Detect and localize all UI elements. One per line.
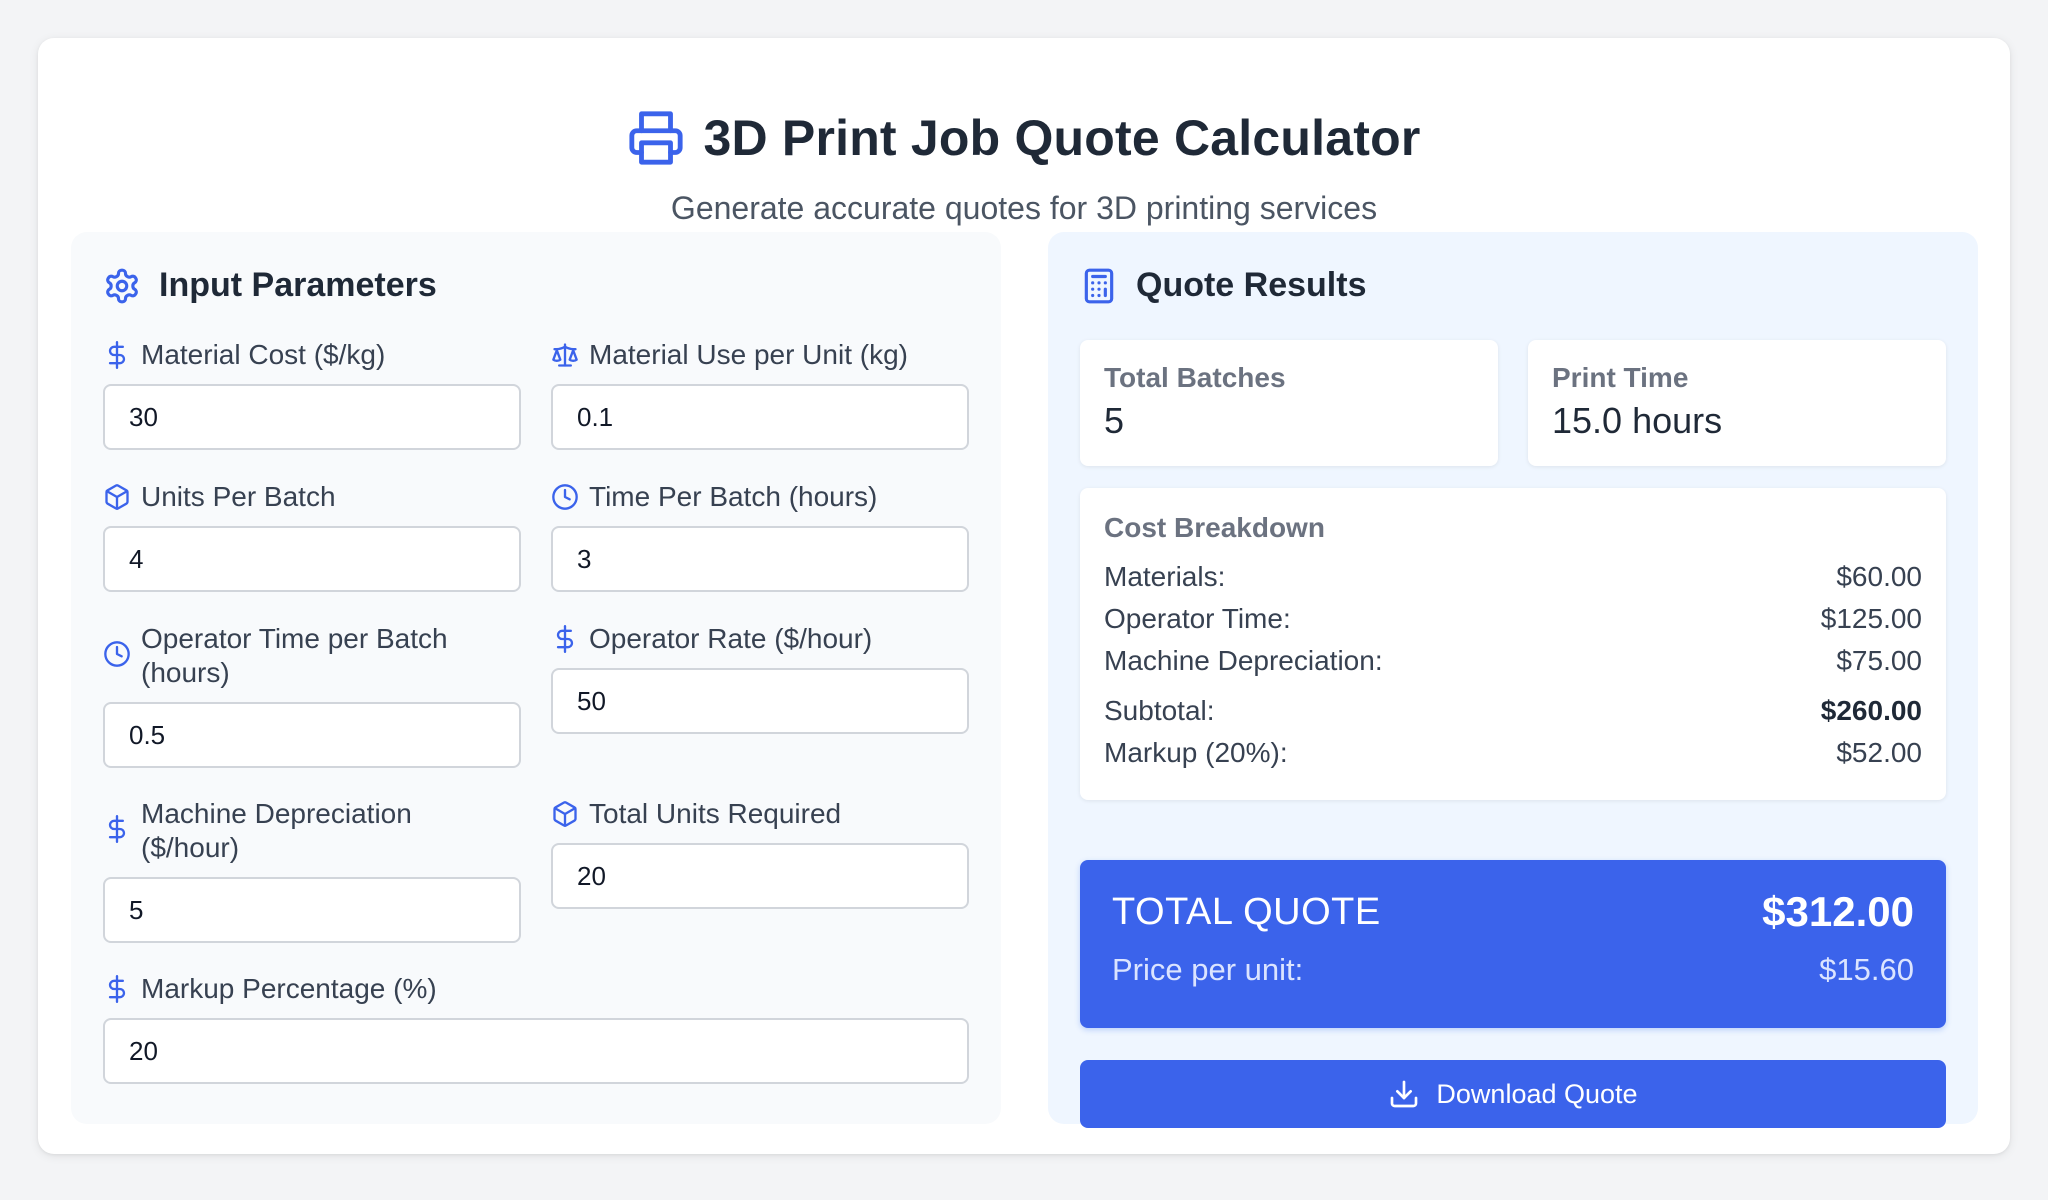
- scale-icon: [552, 343, 578, 367]
- calculator-icon: [1084, 268, 1114, 303]
- breakdown-row-machine-depreciation: Machine Depreciation: $75.00: [1104, 640, 1922, 682]
- material-use-input[interactable]: [551, 384, 969, 450]
- material-use-label: Material Use per Unit (kg): [589, 339, 908, 370]
- page-subtitle: Generate accurate quotes for 3D printing…: [670, 190, 1378, 226]
- clock-icon: [104, 641, 130, 667]
- total-batches-label: Total Batches: [1104, 362, 1286, 393]
- machine-depreciation-label: Machine Depreciation ($/hour): [141, 798, 412, 863]
- printer-icon: [629, 111, 684, 165]
- breakdown-row-markup: Markup (20%): $52.00: [1104, 732, 1922, 774]
- clock-icon: [552, 484, 578, 510]
- units-per-batch-field: Units Per Batch: [103, 480, 521, 592]
- cost-breakdown-title: Cost Breakdown: [1104, 512, 1325, 543]
- material-cost-field: Material Cost ($/kg): [103, 338, 521, 450]
- units-per-batch-input[interactable]: [103, 526, 521, 592]
- breakdown-label: Markup (20%):: [1104, 737, 1288, 768]
- dollar-icon: [108, 341, 126, 369]
- operator-rate-input[interactable]: [551, 668, 969, 734]
- breakdown-value: $75.00: [1836, 645, 1922, 676]
- operator-time-field: Operator Time per Batch (hours): [103, 622, 521, 768]
- machine-depreciation-field: Machine Depreciation ($/hour): [103, 797, 521, 943]
- print-time-value: 15.0 hours: [1552, 400, 1723, 441]
- download-icon: [1391, 1080, 1418, 1108]
- breakdown-label: Subtotal:: [1104, 695, 1215, 726]
- gear-icon: [106, 268, 138, 303]
- dollar-icon: [108, 975, 126, 1003]
- operator-time-label: Operator Time per Batch (hours): [141, 623, 448, 688]
- total-quote-label: TOTAL QUOTE: [1112, 890, 1381, 933]
- time-per-batch-input[interactable]: [551, 526, 969, 592]
- breakdown-label: Operator Time:: [1104, 603, 1291, 634]
- operator-rate-field: Operator Rate ($/hour): [551, 622, 969, 734]
- total-units-input[interactable]: [551, 843, 969, 909]
- total-quote-value: $312.00: [1762, 888, 1914, 935]
- header: 3D Print Job Quote Calculator Generate a…: [38, 100, 2010, 227]
- markup-percentage-field: Markup Percentage (%): [103, 972, 969, 1084]
- material-cost-label: Material Cost ($/kg): [141, 339, 386, 370]
- price-per-unit-label: Price per unit:: [1112, 952, 1304, 987]
- download-quote-button[interactable]: Download Quote: [1080, 1060, 1946, 1128]
- total-units-label: Total Units Required: [589, 798, 842, 829]
- total-units-field: Total Units Required: [551, 797, 969, 909]
- breakdown-row-subtotal: Subtotal: $260.00: [1104, 690, 1922, 732]
- breakdown-label: Materials:: [1104, 561, 1226, 592]
- input-parameters-heading: Input Parameters: [103, 266, 437, 305]
- price-per-unit-value: $15.60: [1819, 952, 1914, 987]
- breakdown-row-materials: Materials: $60.00: [1104, 556, 1922, 598]
- operator-rate-label: Operator Rate ($/hour): [589, 623, 873, 654]
- page-title: 3D Print Job Quote Calculator: [703, 110, 1421, 166]
- box-icon: [105, 484, 129, 510]
- time-per-batch-field: Time Per Batch (hours): [551, 480, 969, 592]
- print-time-label: Print Time: [1552, 362, 1689, 393]
- download-quote-label: Download Quote: [1436, 1078, 1638, 1109]
- time-per-batch-label: Time Per Batch (hours): [589, 481, 878, 512]
- quote-results-title: Quote Results: [1136, 266, 1367, 304]
- total-batches-card: Total Batches 5: [1080, 340, 1498, 466]
- breakdown-value: $52.00: [1836, 737, 1922, 768]
- dollar-icon: [556, 625, 574, 653]
- material-use-field: Material Use per Unit (kg): [551, 338, 969, 450]
- quote-results-panel: Quote Results Total Batches 5 Print Time…: [1048, 232, 1978, 1128]
- box-icon: [553, 801, 577, 827]
- material-cost-input[interactable]: [103, 384, 521, 450]
- breakdown-label: Machine Depreciation:: [1104, 645, 1383, 676]
- quote-results-heading: Quote Results: [1080, 266, 1366, 305]
- breakdown-row-operator-time: Operator Time: $125.00: [1104, 598, 1922, 640]
- cost-breakdown: Cost Breakdown Materials: $60.00 Operato…: [1080, 488, 1946, 800]
- dollar-icon: [108, 815, 126, 843]
- markup-percentage-label: Markup Percentage (%): [141, 973, 437, 1004]
- total-batches-value: 5: [1104, 400, 1125, 441]
- machine-depreciation-input[interactable]: [103, 877, 521, 943]
- units-per-batch-label: Units Per Batch: [141, 481, 336, 512]
- input-parameters-panel: Input Parameters Material Cost ($/kg) Ma…: [71, 232, 1001, 1124]
- breakdown-value: $260.00: [1820, 695, 1922, 726]
- input-parameters-title: Input Parameters: [159, 266, 437, 304]
- markup-percentage-input[interactable]: [103, 1018, 969, 1084]
- breakdown-value: $125.00: [1820, 603, 1922, 634]
- calculator-card: 3D Print Job Quote Calculator Generate a…: [38, 38, 2010, 1154]
- breakdown-value: $60.00: [1836, 561, 1922, 592]
- total-quote-box: TOTAL QUOTE $312.00 Price per unit: $15.…: [1080, 860, 1946, 1028]
- print-time-card: Print Time 15.0 hours: [1528, 340, 1946, 466]
- operator-time-input[interactable]: [103, 702, 521, 768]
